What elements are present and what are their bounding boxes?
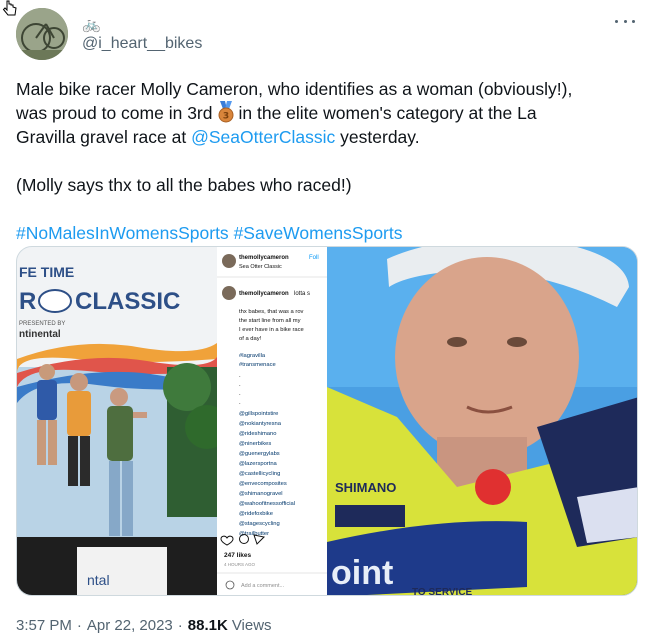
avatar[interactable] (16, 8, 68, 60)
svg-text:@castellicycling: @castellicycling (239, 471, 280, 477)
tweet-media[interactable]: FE TIME R CLASSIC PRESENTED BY ntinental (16, 246, 638, 596)
svg-text:thx babes, that was a rov: thx babes, that was a rov (239, 309, 304, 315)
tweet-line: Gravilla gravel race at (16, 127, 187, 147)
svg-text:@guenergylabs: @guenergylabs (239, 451, 280, 457)
svg-text:Foll: Foll (309, 255, 319, 261)
svg-text:@ninerbikes: @ninerbikes (239, 441, 271, 447)
banner-text: FE TIME (19, 264, 74, 280)
tweet-card: 🚲 @i_heart__bikes Male bike racer Molly … (0, 0, 655, 643)
tweet-line: in the elite women's category at the La (238, 103, 537, 123)
banner-text: ntinental (19, 329, 61, 340)
svg-text:of a day!: of a day! (239, 336, 262, 342)
svg-text:4 HOURS AGO: 4 HOURS AGO (224, 562, 256, 567)
banner-text: R (19, 288, 36, 315)
instagram-screenshot: themollycameron Foll Sea Otter Classic t… (217, 247, 327, 595)
bronze-medal-icon: 3 (218, 101, 233, 123)
podium-photo: FE TIME R CLASSIC PRESENTED BY ntinental (17, 247, 229, 595)
svg-text:@shimanogravel: @shimanogravel (239, 491, 283, 497)
tweet-paragraph: (Molly says thx to all the babes who rac… (16, 175, 352, 195)
views-label: Views (231, 617, 272, 634)
svg-text:@lazersportna: @lazersportna (239, 461, 278, 467)
jersey-text: SHIMANO (335, 480, 396, 495)
tweet-date[interactable]: Apr 22, 2023 (87, 617, 173, 634)
hand-cursor-icon (2, 0, 17, 16)
svg-text:247 likes: 247 likes (224, 552, 251, 559)
user-handle[interactable]: @i_heart__bikes (82, 35, 202, 53)
display-name[interactable]: 🚲 (82, 14, 101, 34)
svg-text:@gillspointstire: @gillspointstire (239, 411, 278, 417)
hashtag-link[interactable]: #SaveWomensSports (234, 223, 403, 243)
tweet-meta: 3:57 PM · Apr 22, 2023 · 88.1K Views (16, 617, 272, 634)
svg-text:themollycameron: themollycameron (239, 291, 289, 297)
tweet-text: Male bike racer Molly Cameron, who ident… (16, 77, 641, 245)
cyclist-selfie: SHIMANO oint TO SERVICE (327, 247, 637, 596)
jersey-text: oint (331, 554, 393, 592)
svg-text:#lagravilla: #lagravilla (239, 353, 266, 359)
svg-text:I ever have in a bike race: I ever have in a bike race (239, 327, 304, 333)
svg-text:@nokiantyresna: @nokiantyresna (239, 421, 282, 427)
tweet-time[interactable]: 3:57 PM (16, 617, 72, 634)
banner-text: CLASSIC (75, 288, 180, 315)
svg-text:@stagescycling: @stagescycling (239, 521, 280, 527)
svg-text:lotta s: lotta s (294, 291, 310, 297)
jersey-text: TO SERVICE (412, 587, 473, 596)
svg-text:Add a comment...: Add a comment... (241, 583, 285, 589)
banner-text: ntal (87, 572, 110, 588)
svg-text:@envecomposites: @envecomposites (239, 481, 287, 487)
svg-text:@ridefoxbike: @ridefoxbike (239, 511, 273, 517)
svg-text:@wahoofitnessofficial: @wahoofitnessofficial (239, 501, 295, 507)
tweet-line: was proud to come in 3rd (16, 103, 213, 123)
hashtag-link[interactable]: #NoMalesInWomensSports (16, 223, 229, 243)
svg-text:themollycameron: themollycameron (239, 255, 289, 261)
banner-text: PRESENTED BY (19, 321, 65, 327)
svg-text:@rideshimano: @rideshimano (239, 431, 276, 437)
svg-text:#transmenace: #transmenace (239, 362, 276, 368)
tweet-line: Male bike racer Molly Cameron, who ident… (16, 79, 573, 99)
more-options-icon[interactable] (615, 14, 635, 28)
svg-text:the start line from all my: the start line from all my (239, 318, 301, 324)
bicycle-icon: 🚲 (82, 15, 101, 33)
tweet-line: yesterday. (340, 127, 420, 147)
svg-text:3: 3 (222, 112, 228, 122)
mention-link[interactable]: @SeaOtterClassic (191, 127, 335, 147)
views-count: 88.1K (187, 617, 228, 634)
svg-text:Sea Otter Classic: Sea Otter Classic (239, 264, 282, 270)
